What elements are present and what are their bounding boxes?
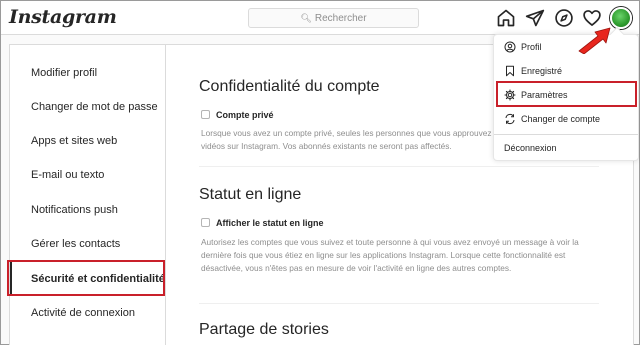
search-placeholder: Rechercher (314, 13, 367, 24)
show-online-status-checkbox[interactable] (201, 218, 210, 227)
explore-icon[interactable] (554, 8, 574, 28)
profile-icon (504, 38, 516, 53)
top-navigation-bar: Instagram 🔍︎ Rechercher (1, 1, 639, 35)
section-divider (199, 166, 599, 167)
direct-icon[interactable] (525, 8, 545, 28)
menu-item-switch-account[interactable]: Changer de compte (494, 107, 638, 131)
private-account-label: Compte privé (216, 110, 274, 120)
highlight-box-settings (496, 81, 637, 107)
sidebar-item-change-password[interactable]: Changer de mot de passe (10, 90, 166, 124)
search-input[interactable]: 🔍︎ Rechercher (248, 8, 419, 28)
private-account-option[interactable]: Compte privé (201, 110, 274, 120)
menu-item-label: Profil (521, 42, 542, 52)
show-online-status-label: Afficher le statut en ligne (216, 218, 324, 228)
menu-item-saved[interactable]: Enregistré (494, 59, 638, 83)
switch-account-icon (504, 110, 516, 125)
story-sharing-section-title: Partage de stories (199, 321, 329, 338)
red-arrow-icon (578, 27, 611, 54)
menu-divider (494, 134, 638, 135)
sidebar-item-email-sms[interactable]: E-mail ou texto (10, 158, 166, 192)
menu-item-label: Changer de compte (521, 114, 601, 124)
menu-item-logout[interactable]: Déconnexion (494, 136, 638, 160)
instagram-logo[interactable]: Instagram (9, 6, 117, 28)
search-icon: 🔍︎ (300, 13, 312, 23)
sidebar-item-push-notifications[interactable]: Notifications push (10, 193, 166, 227)
privacy-section-title: Confidentialité du compte (199, 78, 380, 95)
sidebar-item-edit-profile[interactable]: Modifier profil (10, 56, 166, 90)
settings-sidebar: Modifier profil Changer de mot de passe … (10, 45, 166, 345)
sidebar-item-login-activity[interactable]: Activité de connexion (10, 296, 166, 330)
highlight-box-privacy-security (7, 260, 165, 296)
home-icon[interactable] (496, 8, 516, 28)
online-status-description: Autorisez les comptes que vous suivez et… (201, 237, 579, 273)
sidebar-item-manage-contacts[interactable]: Gérer les contacts (10, 227, 166, 261)
bookmark-icon (504, 62, 516, 77)
menu-item-label: Enregistré (521, 66, 563, 76)
section-divider (199, 303, 599, 304)
private-account-checkbox[interactable] (201, 110, 210, 119)
sidebar-item-apps-websites[interactable]: Apps et sites web (10, 124, 166, 158)
show-online-status-option[interactable]: Afficher le statut en ligne (201, 218, 324, 228)
online-status-section-title: Statut en ligne (199, 186, 302, 203)
